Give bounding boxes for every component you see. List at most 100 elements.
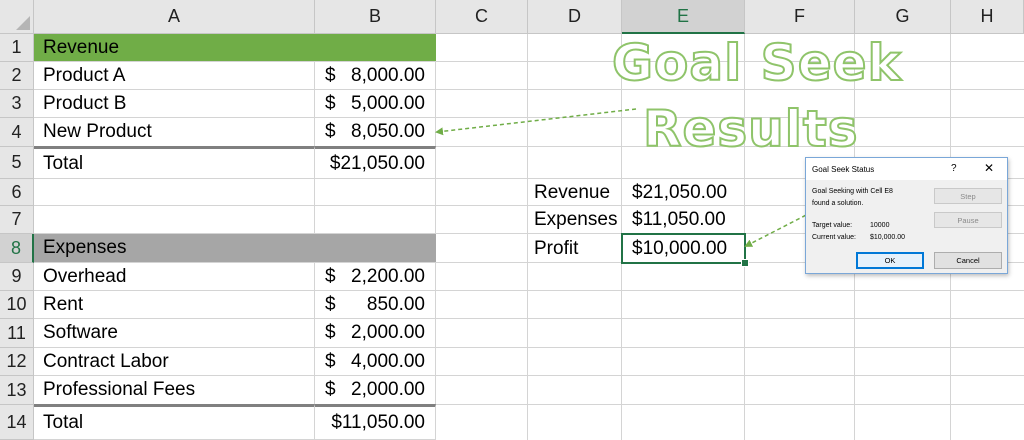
revenue-total-value: $21,050.00	[329, 152, 425, 174]
item-amount: 4,000.00	[351, 350, 425, 372]
cell-a13[interactable]: Professional Fees	[34, 376, 315, 405]
item-label: Product B	[43, 92, 127, 114]
cell-a9[interactable]: Overhead	[34, 263, 315, 291]
currency-symbol: $	[325, 379, 336, 400]
dialog-message-line1: Goal Seeking with Cell E8	[812, 188, 893, 195]
pause-button[interactable]: Pause	[934, 212, 1002, 228]
cell-a12[interactable]: Contract Labor	[34, 348, 315, 376]
row-header-12[interactable]: 12	[0, 348, 34, 376]
row-header-11[interactable]: 11	[0, 319, 34, 348]
cell-b12[interactable]: $4,000.00	[315, 348, 436, 376]
revenue-header: Revenue	[43, 36, 120, 58]
row-header-6[interactable]: 6	[0, 179, 34, 206]
item-label: Overhead	[43, 265, 127, 287]
cell-d6[interactable]: Revenue	[528, 179, 622, 206]
row-header-9[interactable]: 9	[0, 263, 34, 291]
current-value: $10,000.00	[870, 234, 906, 241]
column-header-f[interactable]: F	[745, 0, 855, 34]
column-header-b[interactable]: B	[315, 0, 436, 34]
cell-a7[interactable]	[34, 206, 315, 234]
column-header-e[interactable]: E	[622, 0, 745, 34]
summary-value-revenue: $21,050.00	[632, 181, 728, 203]
column-header-a[interactable]: A	[34, 0, 315, 34]
column-header-c[interactable]: C	[436, 0, 528, 34]
column-header-g[interactable]: G	[855, 0, 951, 34]
help-icon[interactable]: ?	[951, 163, 957, 174]
cell-a4[interactable]: New Product	[34, 118, 315, 147]
cell-b4[interactable]: $8,050.00	[315, 118, 436, 147]
cell-b5[interactable]: $21,050.00	[315, 146, 436, 179]
currency-symbol: $	[325, 322, 336, 343]
expenses-header: Expenses	[43, 237, 127, 258]
row-header-2[interactable]: 2	[0, 62, 34, 90]
cell-d8[interactable]: Profit	[528, 234, 622, 263]
row-header-7[interactable]: 7	[0, 206, 34, 234]
column-header-h[interactable]: H	[951, 0, 1024, 34]
cell-a10[interactable]: Rent	[34, 291, 315, 319]
expenses-total-label: Total	[43, 412, 84, 433]
item-label: Rent	[43, 293, 84, 315]
summary-label-revenue: Revenue	[534, 181, 611, 203]
item-label: Contract Labor	[43, 350, 169, 372]
revenue-total-label: Total	[43, 152, 84, 174]
step-button[interactable]: Step	[934, 188, 1002, 204]
row-header-13[interactable]: 13	[0, 376, 34, 405]
row-header-3[interactable]: 3	[0, 90, 34, 118]
cell-e6[interactable]: $21,050.00	[622, 179, 745, 206]
grid-hline	[436, 404, 1024, 405]
ok-button[interactable]: OK	[856, 252, 924, 269]
overlay-title-line1: Goal Seek	[611, 33, 902, 93]
row-header-4[interactable]: 4	[0, 118, 34, 147]
select-all-corner[interactable]	[0, 0, 34, 34]
currency-symbol: $	[325, 265, 336, 287]
item-amount: 2,000.00	[351, 322, 425, 343]
fill-handle[interactable]	[741, 259, 749, 267]
cell-b9[interactable]: $2,200.00	[315, 263, 436, 291]
cancel-button[interactable]: Cancel	[934, 252, 1002, 269]
cell-b11[interactable]: $2,000.00	[315, 319, 436, 348]
cell-b10[interactable]: $850.00	[315, 291, 436, 319]
cell-b13[interactable]: $2,000.00	[315, 376, 436, 405]
cell-b3[interactable]: $5,000.00	[315, 90, 436, 118]
expenses-header-cell[interactable]: Expenses	[34, 234, 436, 263]
goal-seek-dialog: Goal Seek Status ? ✕ Goal Seeking with C…	[805, 157, 1008, 274]
currency-symbol: $	[325, 121, 336, 142]
grid-hline	[436, 347, 1024, 348]
row-header-5[interactable]: 5	[0, 147, 34, 179]
close-icon[interactable]: ✕	[984, 161, 994, 175]
grid-hline	[436, 375, 1024, 376]
currency-symbol: $	[325, 92, 336, 114]
cell-a14[interactable]: Total	[34, 404, 315, 440]
dialog-message-line2: found a solution.	[812, 200, 864, 207]
expenses-total-value: $11,050.00	[331, 412, 425, 433]
cell-a11[interactable]: Software	[34, 319, 315, 348]
item-amount: 2,000.00	[351, 379, 425, 400]
item-label: Software	[43, 322, 118, 343]
row-header-1[interactable]: 1	[0, 34, 34, 62]
cell-b14[interactable]: $11,050.00	[315, 404, 436, 440]
cell-a5[interactable]: Total	[34, 146, 315, 179]
item-amount: 850.00	[366, 293, 425, 315]
dialog-titlebar[interactable]: Goal Seek Status ? ✕	[806, 158, 1007, 180]
dialog-title: Goal Seek Status	[812, 165, 875, 174]
cell-b2[interactable]: $8,000.00	[315, 62, 436, 90]
row-header-8[interactable]: 8	[0, 234, 34, 263]
item-label: Professional Fees	[43, 379, 196, 400]
grid-hline	[436, 290, 1024, 291]
cell-a2[interactable]: Product A	[34, 62, 315, 90]
column-header-d[interactable]: D	[528, 0, 622, 34]
cell-a3[interactable]: Product B	[34, 90, 315, 118]
cell-d7[interactable]: Expenses	[528, 206, 622, 234]
row-header-14[interactable]: 14	[0, 405, 34, 440]
currency-symbol: $	[325, 64, 336, 86]
item-amount: 8,050.00	[351, 121, 425, 142]
cell-b7[interactable]	[315, 206, 436, 234]
cell-b6[interactable]	[315, 179, 436, 206]
row-header-10[interactable]: 10	[0, 291, 34, 319]
currency-symbol: $	[325, 293, 336, 315]
cell-a6[interactable]	[34, 179, 315, 206]
revenue-header-cell[interactable]: Revenue	[34, 34, 436, 62]
grid-hline	[436, 318, 1024, 319]
cell-e7[interactable]: $11,050.00	[622, 206, 745, 234]
item-label: Product A	[43, 64, 126, 86]
